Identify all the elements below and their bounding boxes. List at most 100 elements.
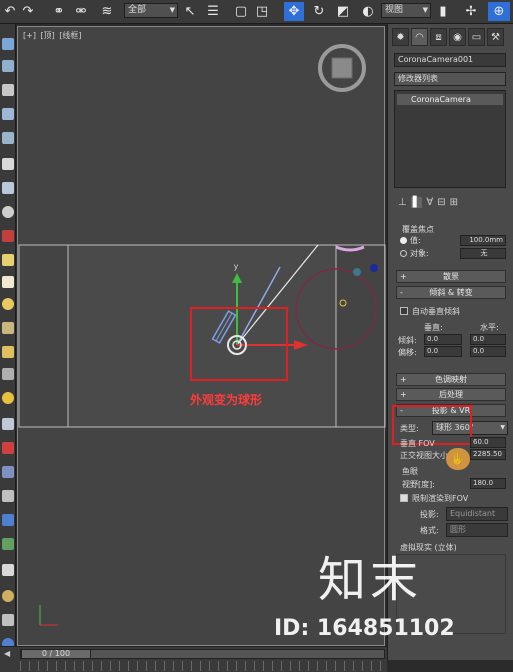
tool-icon[interactable] [2,368,14,380]
link-icon[interactable]: ⚭ [50,2,68,21]
keyboard-shortcut-icon[interactable]: ⊕ [488,2,510,21]
rollout-tilt-shift[interactable]: - 倾斜 & 转变 [396,286,506,299]
select-by-name-icon[interactable]: ☰ [204,2,222,21]
rollout-postprocess[interactable]: + 后处理 [396,388,506,401]
shift-horizontal-spinner[interactable]: 0.0 [470,346,506,357]
create-tab-icon[interactable]: ✹ [392,28,409,46]
value-field[interactable]: 100.0mm [460,235,506,246]
object-label: 对象: [410,249,429,258]
projection-dropdown[interactable]: Equidistant [446,507,508,521]
gizmo-y-label: y [234,262,238,271]
bind-spacewarp-icon[interactable]: ≋ [98,2,116,21]
object-radio[interactable] [400,250,407,257]
scene-dot-blue [370,264,378,272]
modify-tab-icon[interactable]: ◠ [411,28,428,46]
utilities-tab-icon[interactable]: ⚒ [487,28,504,46]
plus-icon: + [400,272,407,281]
reference-coord-dropdown[interactable]: 视图 ▼ [381,3,431,18]
vertical-label: 垂直: [424,323,443,332]
placement-icon[interactable]: ◐ [358,2,378,21]
tool-icon[interactable] [2,206,14,218]
shift-vertical-spinner[interactable]: 0.0 [424,346,462,357]
tool-icon[interactable] [2,276,14,288]
tool-icon[interactable] [2,392,14,404]
show-end-result-icon[interactable]: ▌ [410,196,423,208]
tool-icon[interactable] [2,298,14,310]
remove-modifier-icon[interactable]: ⊟ [437,197,445,208]
tool-icon[interactable] [2,564,14,576]
tool-icon[interactable] [2,538,14,550]
object-name-field[interactable]: CoronaCamera001 [394,53,506,67]
rect-selection-icon[interactable]: ▢ [234,2,248,21]
display-tab-icon[interactable]: ▭ [468,28,485,46]
vfov-spinner[interactable]: 60.0 [470,437,506,448]
tool-icon[interactable] [2,322,14,334]
tool-icon[interactable] [2,132,14,144]
scene-object-arc [335,245,365,252]
format-dropdown[interactable]: 圆形 [446,523,508,537]
modifier-stack-item[interactable]: CoronaCamera [397,94,503,105]
time-slider-thumb[interactable]: 0 / 100 [21,649,91,659]
tilt-horizontal-spinner[interactable]: 0.0 [470,334,506,345]
timeline-slider[interactable]: 0 / 100 [20,649,385,659]
rollout-tonemap[interactable]: + 色调映射 [396,373,506,386]
make-unique-icon[interactable]: ∀ [426,197,433,208]
restrict-fov-checkbox[interactable] [400,494,408,502]
command-panel-tabs: ✹ ◠ ⧈ ◉ ▭ ⚒ [388,26,513,48]
tool-icon[interactable] [2,108,14,120]
pivot-center-icon[interactable]: ▮ [436,2,450,21]
tool-icon[interactable] [2,60,14,72]
tool-icon[interactable] [2,442,14,454]
hierarchy-tab-icon[interactable]: ⧈ [430,28,447,46]
modifier-list-dropdown[interactable]: 修改器列表 [394,72,506,86]
fov-spinner[interactable]: 180.0 [470,478,506,489]
configure-sets-icon[interactable]: ⊞ [450,197,458,208]
tool-icon[interactable] [2,254,14,266]
tool-icon[interactable] [2,418,14,430]
tool-icon[interactable] [2,38,14,50]
selection-filter-dropdown[interactable]: 全部 ▼ [124,3,178,18]
rollout-dof-label: 散景 [443,272,459,281]
value-radio[interactable] [400,237,407,244]
tool-icon[interactable] [2,466,14,478]
unlink-icon[interactable]: ⚮ [72,2,90,21]
undo-icon[interactable]: ↶ [2,2,18,21]
tool-icon[interactable] [2,590,14,602]
select-object-icon[interactable]: ↖ [182,2,198,21]
left-command-toolbar [0,24,16,660]
tool-icon[interactable] [2,230,14,242]
scene-dot-cyan [353,268,361,276]
window-crossing-icon[interactable]: ◳ [254,2,270,21]
object-pick-button[interactable]: 无 [460,248,506,259]
ortho-size-spinner[interactable]: 2285.50 [470,449,506,460]
auto-vertical-tilt-checkbox[interactable] [400,307,408,315]
timeline-bar[interactable]: 0 / 100 ◀ [0,646,387,672]
scale-icon[interactable]: ◩ [334,2,352,21]
rotate-icon[interactable]: ↻ [310,2,328,21]
viewcube-icon [318,44,366,92]
tilt-vertical-spinner[interactable]: 0.0 [424,334,462,345]
tool-icon[interactable] [2,490,14,502]
rollout-dof[interactable]: + 散景 [396,270,506,283]
motion-tab-icon[interactable]: ◉ [449,28,466,46]
pin-stack-icon[interactable]: ⊥ [398,197,407,208]
watermark-brand: 知末 [318,552,423,608]
tool-icon[interactable] [2,158,14,170]
mouse-cursor-icon: ✋ [446,448,470,470]
redo-icon[interactable]: ↷ [20,2,36,21]
tool-icon[interactable] [2,514,14,526]
tool-icon[interactable] [2,84,14,96]
vfov-label: 垂直 FOV [400,439,435,448]
move-icon[interactable]: ✥ [284,2,304,21]
restrict-fov-label: 限制渲染到FOV [412,494,469,503]
tool-icon[interactable] [2,346,14,358]
rollout-tonemap-label: 色调映射 [435,375,467,384]
select-manipulate-icon[interactable]: ✢ [462,2,480,21]
plus-icon: + [400,390,407,399]
tool-icon[interactable] [2,614,14,626]
focus-override-header: 覆盖焦点 [402,225,434,234]
timeline-prev-icon[interactable]: ◀ [4,649,10,658]
frame-counter: 0 / 100 [41,649,71,658]
tool-icon[interactable] [2,182,14,194]
modifier-stack[interactable]: CoronaCamera [394,90,506,188]
